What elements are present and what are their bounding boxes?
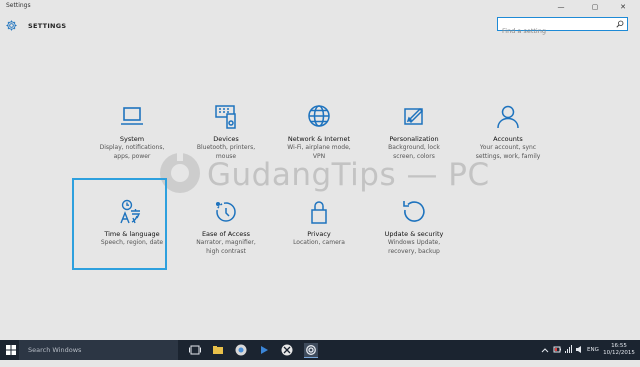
settings-taskbar-icon[interactable] <box>304 343 318 358</box>
language-indicator[interactable]: ENG <box>587 347 599 367</box>
tile-description: Windows Update, recovery, backup <box>387 239 441 255</box>
chrome-icon[interactable] <box>234 343 248 357</box>
tile-description: Speech, region, date <box>100 239 164 246</box>
tile-label: Network & Internet <box>287 135 351 143</box>
lock-icon <box>311 201 327 224</box>
tile-time-language[interactable]: Time & language Speech, region, date <box>72 178 180 279</box>
refresh-icon <box>403 201 425 222</box>
search-icon[interactable] <box>616 20 624 28</box>
tile-description: Wi-Fi, airplane mode, VPN <box>287 144 351 160</box>
tile-label: Devices <box>213 135 239 143</box>
taskbar: Search Windows ENG 16:55 10/12/2015 <box>0 340 640 360</box>
globe-icon <box>308 105 330 127</box>
clock-date: 10/12/2015 <box>603 350 635 356</box>
search-box[interactable] <box>497 17 628 37</box>
tile-privacy[interactable]: Privacy Location, camera <box>271 199 367 279</box>
tile-description: Bluetooth, printers, mouse <box>196 144 256 160</box>
tile-description: Narrator, magnifier, high contrast <box>196 239 256 255</box>
tile-accounts[interactable]: Accounts Your account, sync settings, wor… <box>460 104 556 184</box>
page-title: SETTINGS <box>28 22 67 30</box>
tile-description: Background, lock screen, colors <box>388 144 440 160</box>
tile-system[interactable]: System Display, notifications, apps, powe… <box>84 104 180 184</box>
tile-label: Update & security <box>384 230 444 238</box>
tile-ease-of-access[interactable]: Ease of Access Narrator, magnifier, high … <box>178 199 274 279</box>
window-title: Settings <box>6 2 31 9</box>
maximize-icon: ▢ <box>591 2 599 11</box>
task-view-icon[interactable] <box>188 343 202 357</box>
tile-label: Ease of Access <box>201 230 251 238</box>
laptop-icon <box>121 107 143 125</box>
battery-icon[interactable] <box>553 345 562 354</box>
media-player-icon[interactable] <box>257 343 271 357</box>
windows-start-icon[interactable] <box>6 345 16 355</box>
time-language-icon <box>120 199 141 224</box>
tile-personalization[interactable]: Personalization Background, lock screen, … <box>366 104 462 184</box>
search-input[interactable] <box>498 25 612 37</box>
chevron-up-icon[interactable] <box>541 346 549 354</box>
clock[interactable]: 16:55 10/12/2015 <box>602 343 636 357</box>
tile-description: Location, camera <box>293 239 345 246</box>
taskbar-search-text: Search Windows <box>28 346 82 354</box>
xbox-icon[interactable] <box>280 343 294 357</box>
tile-description: Your account, sync settings, work, family <box>475 144 541 160</box>
clock-time: 16:55 <box>611 343 627 349</box>
tile-description: Display, notifications, apps, power <box>99 144 165 160</box>
person-icon <box>497 105 519 129</box>
tile-label: Time & language <box>104 230 160 238</box>
close-button[interactable]: ✕ <box>612 0 634 13</box>
tile-label: Personalization <box>389 135 439 143</box>
volume-icon[interactable] <box>575 345 584 354</box>
gear-icon <box>6 20 17 31</box>
network-icon[interactable] <box>564 345 573 354</box>
file-explorer-icon[interactable] <box>211 343 225 357</box>
paint-icon <box>404 107 424 125</box>
tile-label: Accounts <box>493 135 523 143</box>
tile-label: Privacy <box>307 230 331 238</box>
tile-devices[interactable]: Devices Bluetooth, printers, mouse <box>178 104 274 184</box>
tile-network[interactable]: Network & Internet Wi-Fi, airplane mode,… <box>271 104 367 184</box>
minimize-button[interactable]: — <box>550 0 572 13</box>
tile-update-security[interactable]: Update & security Windows Update, recover… <box>366 199 462 279</box>
minimize-icon: — <box>557 2 565 11</box>
close-icon: ✕ <box>620 2 626 11</box>
taskbar-search[interactable]: Search Windows <box>19 340 178 360</box>
title-bar: Settings — ▢ ✕ <box>0 0 640 13</box>
tile-label: System <box>119 135 145 143</box>
maximize-button[interactable]: ▢ <box>584 0 606 13</box>
devices-icon <box>215 105 236 129</box>
ease-of-access-icon <box>215 201 236 222</box>
